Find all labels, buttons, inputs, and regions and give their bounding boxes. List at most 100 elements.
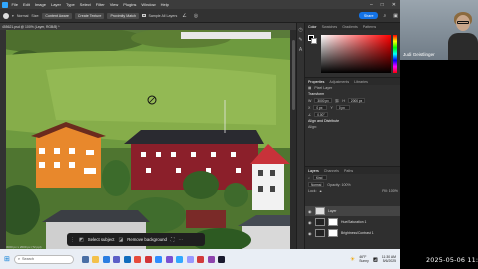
menu-select[interactable]: Select <box>77 2 93 7</box>
brush-preview-icon[interactable] <box>3 12 9 19</box>
menu-file[interactable]: File <box>9 2 20 7</box>
fill-control[interactable]: Fill: 100% <box>382 189 398 193</box>
tab-properties[interactable]: Properties <box>308 80 324 84</box>
background-swatch[interactable] <box>311 38 317 44</box>
menu-plugins[interactable]: Plugins <box>121 2 139 7</box>
x-field[interactable]: 0 px <box>313 105 328 110</box>
color-panel-tabs: Color Swatches Gradients Patterns <box>305 23 400 30</box>
app-icon[interactable] <box>207 255 215 263</box>
more-options-icon[interactable]: ⋯ <box>178 237 183 243</box>
adjustment-icon <box>315 229 325 237</box>
blend-mode-select[interactable]: Normal <box>308 182 325 187</box>
remove-background-button[interactable]: Remove background <box>127 237 167 242</box>
fg-bg-swatches[interactable] <box>308 35 318 45</box>
photoshop-logo-icon[interactable] <box>0 0 9 9</box>
tab-color[interactable]: Color <box>308 25 317 29</box>
tab-adjustments[interactable]: Adjustments <box>329 80 349 84</box>
tab-gradients[interactable]: Gradients <box>342 25 358 29</box>
height-field[interactable]: 2000 px <box>347 98 366 103</box>
photoshop-icon[interactable] <box>176 255 184 263</box>
menu-filter[interactable]: Filter <box>93 2 107 7</box>
layer-row[interactable]: ◉ Hue/Saturation 1 <box>305 217 401 227</box>
visibility-eye-icon[interactable]: ◉ <box>308 231 312 236</box>
color-panel <box>308 33 397 75</box>
weather-widget[interactable]: 46°F Sunny <box>359 255 369 263</box>
file-explorer-icon[interactable] <box>92 255 100 263</box>
hue-slider[interactable] <box>393 35 397 73</box>
image-canvas[interactable] <box>6 30 290 249</box>
app-icon[interactable] <box>218 255 226 263</box>
taskbar-search[interactable]: ⌕ Search <box>13 254 74 264</box>
angle-field[interactable]: 0.00° <box>314 112 329 117</box>
maximize-icon[interactable]: □ <box>377 2 388 8</box>
y-field[interactable]: 0 px <box>335 105 350 110</box>
lock-label: Lock: <box>308 189 317 193</box>
search-icon[interactable]: ⌕ <box>381 13 388 19</box>
black-margin <box>400 60 478 269</box>
acrobat-icon[interactable] <box>197 255 205 263</box>
menu-view[interactable]: View <box>107 2 121 7</box>
tab-patterns[interactable]: Patterns <box>363 25 376 29</box>
menu-edit[interactable]: Edit <box>20 2 32 7</box>
opacity-control[interactable]: Opacity: 100% <box>327 183 350 187</box>
brush-size-dropdown[interactable]: ▾ <box>12 14 14 18</box>
angle-icon[interactable]: ∠ <box>180 13 188 19</box>
contextual-task-bar: ⋮ ◩ Select subject ◪ Remove background ⛶… <box>67 233 205 246</box>
select-subject-button[interactable]: Select subject <box>88 237 115 242</box>
pressure-icon[interactable]: ◎ <box>192 13 200 19</box>
share-button[interactable]: Share <box>358 12 379 19</box>
clock[interactable]: 11:30 AM 5/6/2025 <box>382 255 396 263</box>
tab-paths[interactable]: Paths <box>344 169 353 173</box>
menu-help[interactable]: Help <box>158 2 171 7</box>
scrollbar-thumb[interactable] <box>291 40 295 110</box>
visibility-eye-icon[interactable]: ◉ <box>308 209 312 214</box>
premiere-icon[interactable] <box>186 255 194 263</box>
visibility-eye-icon[interactable]: ◉ <box>308 220 312 225</box>
workspace-icon[interactable]: ▣ <box>391 13 400 19</box>
tab-swatches[interactable]: Swatches <box>322 25 338 29</box>
teams-icon[interactable] <box>113 255 121 263</box>
photoshop-window: File Edit Image Layer Type Select Filter… <box>0 0 401 269</box>
weather-icon: ☀ <box>349 256 356 263</box>
windows-taskbar: ⊞ ⌕ Search ☀ 46°F Sunny 📶︎ 11:30 AM 5/6/… <box>0 249 400 269</box>
brush-settings-icon[interactable]: ✎ <box>298 37 304 43</box>
proximity-match-button[interactable]: Proximity Match <box>107 12 139 19</box>
close-icon[interactable]: ✕ <box>388 2 400 8</box>
history-icon[interactable]: ◷ <box>298 27 304 33</box>
drag-handle-icon[interactable]: ⋮ <box>70 237 75 243</box>
create-texture-button[interactable]: Create Texture <box>74 12 105 19</box>
outlook-icon[interactable] <box>123 255 131 263</box>
chrome-icon[interactable] <box>134 255 142 263</box>
app-icon[interactable] <box>144 255 152 263</box>
transform-icon[interactable]: ⛶ <box>171 237 175 243</box>
kind-filter[interactable]: Kind <box>313 175 328 180</box>
document-tab[interactable]: 455621.psd @ 100% (Layer, RGB/8) * <box>0 23 296 30</box>
menu-window[interactable]: Window <box>139 2 158 7</box>
width-field[interactable]: 3000 px <box>314 98 332 103</box>
tab-layers[interactable]: Layers <box>308 169 319 173</box>
edge-icon[interactable] <box>102 255 110 263</box>
tab-channels[interactable]: Channels <box>324 169 339 173</box>
search-placeholder: Search <box>22 257 35 261</box>
tab-libraries[interactable]: Libraries <box>354 80 368 84</box>
link-icon[interactable]: ⛓ <box>335 99 340 103</box>
color-picker-field[interactable] <box>321 35 391 73</box>
app-icon[interactable] <box>165 255 173 263</box>
minimize-icon[interactable]: – <box>366 2 377 8</box>
menu-layer[interactable]: Layer <box>48 2 63 7</box>
layer-mask-thumbnail <box>328 229 338 237</box>
task-view-icon[interactable] <box>81 255 89 263</box>
lock-icon[interactable]: 🔒︎ <box>320 189 322 193</box>
zoom-icon[interactable] <box>155 255 163 263</box>
content-aware-button[interactable]: Content Aware <box>42 12 72 19</box>
mode-label[interactable]: Normal <box>17 14 29 18</box>
network-icon[interactable]: 📶︎ <box>373 257 378 262</box>
menu-image[interactable]: Image <box>32 2 48 7</box>
layer-row[interactable]: ◉ Layer <box>305 206 401 216</box>
windows-start-icon[interactable]: ⊞ <box>4 255 10 263</box>
menu-type[interactable]: Type <box>64 2 78 7</box>
character-icon[interactable]: A <box>298 47 304 53</box>
layer-row[interactable]: ◉ Brightness/Contrast 1 <box>305 228 401 238</box>
sample-all-layers-checkbox[interactable] <box>142 13 146 18</box>
panel-icon-strip: ◷ ✎ A <box>296 23 304 249</box>
